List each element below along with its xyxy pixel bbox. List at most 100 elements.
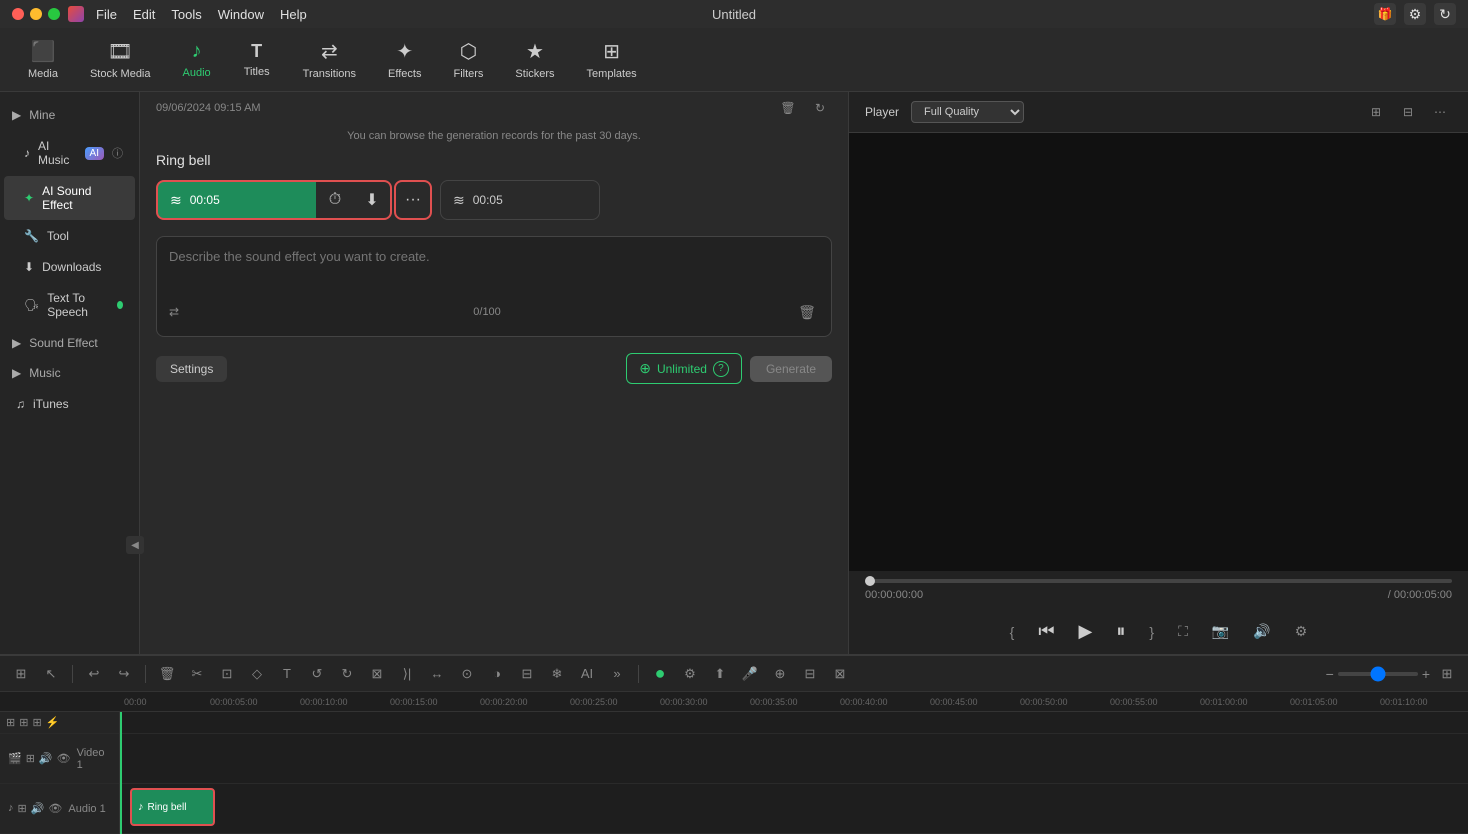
- menu-file[interactable]: File: [96, 7, 117, 22]
- close-button[interactable]: [12, 8, 24, 20]
- add-audio-track-button[interactable]: ⊞: [19, 716, 28, 729]
- track-filter-button[interactable]: ⚡: [46, 716, 60, 729]
- text-btn[interactable]: T: [274, 661, 300, 687]
- track-menu-button[interactable]: ⊞: [32, 716, 41, 729]
- menu-tools[interactable]: Tools: [171, 7, 201, 22]
- toolbar-stickers[interactable]: ★ Stickers: [503, 33, 566, 86]
- step-back-button[interactable]: {: [1006, 620, 1019, 644]
- progress-handle[interactable]: [865, 576, 875, 586]
- audio-card-1-play-button[interactable]: ⏱: [316, 180, 354, 220]
- add-track-button[interactable]: ⊕: [767, 661, 793, 687]
- generate-button[interactable]: Generate: [750, 356, 832, 382]
- audio-track-eye[interactable]: 👁: [48, 802, 62, 815]
- toolbar-transitions[interactable]: ⇄ Transitions: [291, 33, 368, 86]
- audio-card-3[interactable]: ≋ 00:05: [440, 180, 600, 220]
- toolbar-titles[interactable]: T Titles: [231, 35, 283, 84]
- menu-edit[interactable]: Edit: [133, 7, 155, 22]
- minimize-button[interactable]: [30, 8, 42, 20]
- prev-button[interactable]: ⏮: [1034, 617, 1058, 646]
- toolbar-filters[interactable]: ⬡ Filters: [441, 33, 495, 86]
- crop-button[interactable]: ⊡: [214, 661, 240, 687]
- delete-records-button[interactable]: 🗑: [776, 96, 800, 120]
- settings-icon[interactable]: ⚙: [1404, 3, 1426, 25]
- menu-help[interactable]: Help: [280, 7, 307, 22]
- cut-button[interactable]: ✂: [184, 661, 210, 687]
- pause-button[interactable]: ⏸: [1112, 617, 1129, 646]
- unlimited-button[interactable]: ⊕ Unlimited ?: [626, 353, 742, 384]
- timeline-mode-button[interactable]: ●: [647, 661, 673, 687]
- sync-icon[interactable]: ↻: [1434, 3, 1456, 25]
- toolbar-effects[interactable]: ✦ Effects: [376, 33, 433, 86]
- sidebar-item-sound-effect[interactable]: ▶ Sound Effect: [0, 328, 139, 358]
- sidebar-collapse-button[interactable]: ◀: [126, 536, 140, 554]
- sidebar-item-tool[interactable]: 🔧 Tool: [4, 221, 135, 251]
- zoom-slider[interactable]: [1338, 672, 1418, 676]
- audio-track-mute[interactable]: 🔊: [31, 802, 45, 815]
- shuffle-icon[interactable]: ⇄: [169, 305, 179, 319]
- audio-card-1-download-button[interactable]: ⬇: [354, 180, 392, 220]
- sidebar-item-downloads[interactable]: ⬇ Downloads: [4, 252, 135, 282]
- timeline-grid-button[interactable]: ⊞: [8, 661, 34, 687]
- mask-button[interactable]: ◇: [244, 661, 270, 687]
- loop-button[interactable]: ↺: [304, 661, 330, 687]
- audio-track-add[interactable]: ⊞: [18, 802, 27, 815]
- player-action-1[interactable]: ⊞: [1364, 100, 1388, 124]
- step-forward-button[interactable]: }: [1145, 620, 1158, 644]
- maximize-button[interactable]: [48, 8, 60, 20]
- toolbar-templates[interactable]: ⊞ Templates: [575, 33, 649, 86]
- progress-bar[interactable]: [865, 579, 1452, 583]
- group-button[interactable]: ⊟: [514, 661, 540, 687]
- gift-icon[interactable]: 🎁: [1374, 3, 1396, 25]
- audio-card-1-more-button[interactable]: ···: [394, 180, 432, 220]
- menu-window[interactable]: Window: [218, 7, 264, 22]
- ring-bell-clip[interactable]: ♪ Ring bell: [130, 788, 215, 826]
- more-tools-button[interactable]: »: [604, 661, 630, 687]
- sidebar-item-text-to-speech[interactable]: 🗣 Text To Speech: [4, 283, 135, 327]
- color-button[interactable]: ◑: [484, 661, 510, 687]
- full-screen-button[interactable]: ⛶: [1174, 619, 1192, 644]
- video-track-lock[interactable]: 🔊: [39, 752, 53, 765]
- subtitle-button[interactable]: ⊟: [797, 661, 823, 687]
- audio-sync-button[interactable]: 🎤: [737, 661, 763, 687]
- video-track-add[interactable]: ⊞: [26, 752, 35, 765]
- audio-card-1[interactable]: ≋ 00:05: [156, 180, 316, 220]
- rotate-button[interactable]: ↻: [334, 661, 360, 687]
- delete-button[interactable]: 🗑: [154, 661, 180, 687]
- split-button[interactable]: ⟩|: [394, 661, 420, 687]
- settings-button[interactable]: Settings: [156, 356, 227, 382]
- clear-text-button[interactable]: 🗑: [795, 300, 819, 324]
- timeline-select-button[interactable]: ↖: [38, 661, 64, 687]
- marker-button[interactable]: ⬆: [707, 661, 733, 687]
- freeze-button[interactable]: ❄: [544, 661, 570, 687]
- pip-button[interactable]: ⊠: [827, 661, 853, 687]
- redo-button[interactable]: ↪: [111, 661, 137, 687]
- sidebar-item-ai-music[interactable]: ♪ AI Music AI ⓘ: [4, 131, 135, 175]
- sidebar-item-ai-sound-effect[interactable]: ✦ AI Sound Effect: [4, 176, 135, 220]
- refresh-button[interactable]: ↻: [808, 96, 832, 120]
- settings-player-button[interactable]: ⚙: [1291, 619, 1312, 644]
- transform-button[interactable]: ⊠: [364, 661, 390, 687]
- timeline-options-button[interactable]: ⊞: [1434, 661, 1460, 687]
- ai-button[interactable]: AI: [574, 661, 600, 687]
- info-icon[interactable]: ⓘ: [112, 145, 123, 161]
- sidebar-item-mine[interactable]: ▶ Mine: [0, 100, 139, 130]
- color-grade-button[interactable]: ⚙: [677, 661, 703, 687]
- player-action-3[interactable]: ⋯: [1428, 100, 1452, 124]
- video-track-eye[interactable]: 👁: [57, 752, 71, 765]
- volume-button[interactable]: 🔊: [1249, 619, 1274, 644]
- zoom-out-button[interactable]: −: [1326, 666, 1334, 682]
- add-video-track-button[interactable]: ⊞: [6, 716, 15, 729]
- play-button[interactable]: ▶: [1075, 617, 1097, 646]
- sidebar-item-itunes[interactable]: ♫ iTunes: [4, 389, 135, 419]
- quality-select[interactable]: Full Quality Half Quality Quarter Qualit…: [911, 101, 1024, 123]
- undo-button[interactable]: ↩: [81, 661, 107, 687]
- sidebar-item-music[interactable]: ▶ Music: [0, 358, 139, 388]
- screenshot-button[interactable]: 📷: [1208, 619, 1233, 644]
- toolbar-stock-media[interactable]: 🎞 Stock Media: [78, 33, 163, 86]
- zoom-in-button[interactable]: +: [1422, 666, 1430, 682]
- extend-button[interactable]: ↔: [424, 661, 450, 687]
- prompt-input[interactable]: [169, 249, 819, 289]
- speed-button[interactable]: ⊙: [454, 661, 480, 687]
- toolbar-media[interactable]: ⬛ Media: [16, 33, 70, 86]
- player-action-2[interactable]: ⊟: [1396, 100, 1420, 124]
